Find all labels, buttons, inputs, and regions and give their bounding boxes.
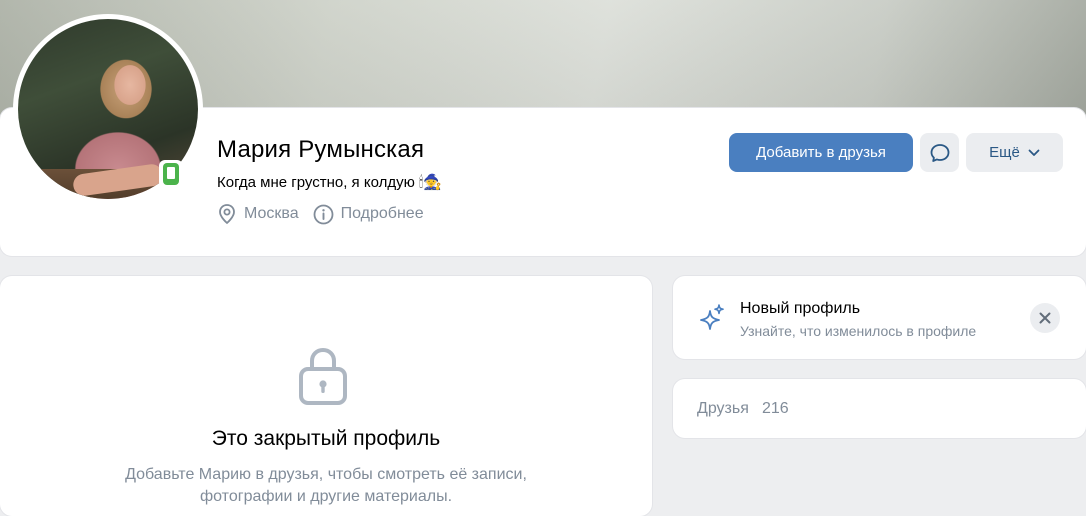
status-text: Когда мне грустно, я колдую (217, 174, 415, 191)
new-profile-card[interactable]: Новый профиль Узнайте, что изменилось в … (673, 276, 1086, 359)
status-emoji: 🕯🧙 (419, 173, 442, 191)
info-icon (313, 204, 334, 224)
more-label: Ещё (989, 144, 1020, 161)
friends-label: Друзья (697, 400, 749, 417)
message-bubble-icon (930, 143, 949, 162)
location-pin-icon (219, 204, 235, 225)
sparkle-icon (700, 304, 724, 330)
details-label: Подробнее (340, 205, 424, 222)
more-button[interactable]: Ещё (966, 133, 1063, 172)
closed-profile-title: Это закрытый профиль (211, 427, 441, 450)
new-profile-subtitle: Узнайте, что изменилось в профиле (740, 323, 977, 339)
details-link[interactable]: Подробнее (313, 204, 424, 225)
profile-status: Когда мне грустно, я колдую 🕯🧙 (217, 173, 442, 191)
city-label: Москва (244, 205, 299, 222)
city-item: Москва (217, 203, 299, 225)
profile-name: Мария Румынская (217, 136, 425, 163)
add-friend-button[interactable]: Добавить в друзья (729, 133, 913, 172)
close-button[interactable] (1030, 303, 1060, 333)
friends-count: 216 (762, 400, 789, 417)
profile-meta: Москва Подробнее (217, 203, 438, 225)
lock-icon (299, 347, 347, 405)
online-mobile-icon (159, 160, 183, 188)
close-icon (1039, 312, 1051, 324)
new-profile-title: Новый профиль (740, 300, 861, 317)
message-button[interactable] (920, 133, 959, 172)
chevron-down-icon (1028, 149, 1040, 156)
closed-profile-description: Добавьте Марию в друзья, чтобы смотреть … (125, 466, 527, 505)
phone-icon (163, 163, 179, 185)
friends-card[interactable]: Друзья 216 (673, 379, 1086, 438)
